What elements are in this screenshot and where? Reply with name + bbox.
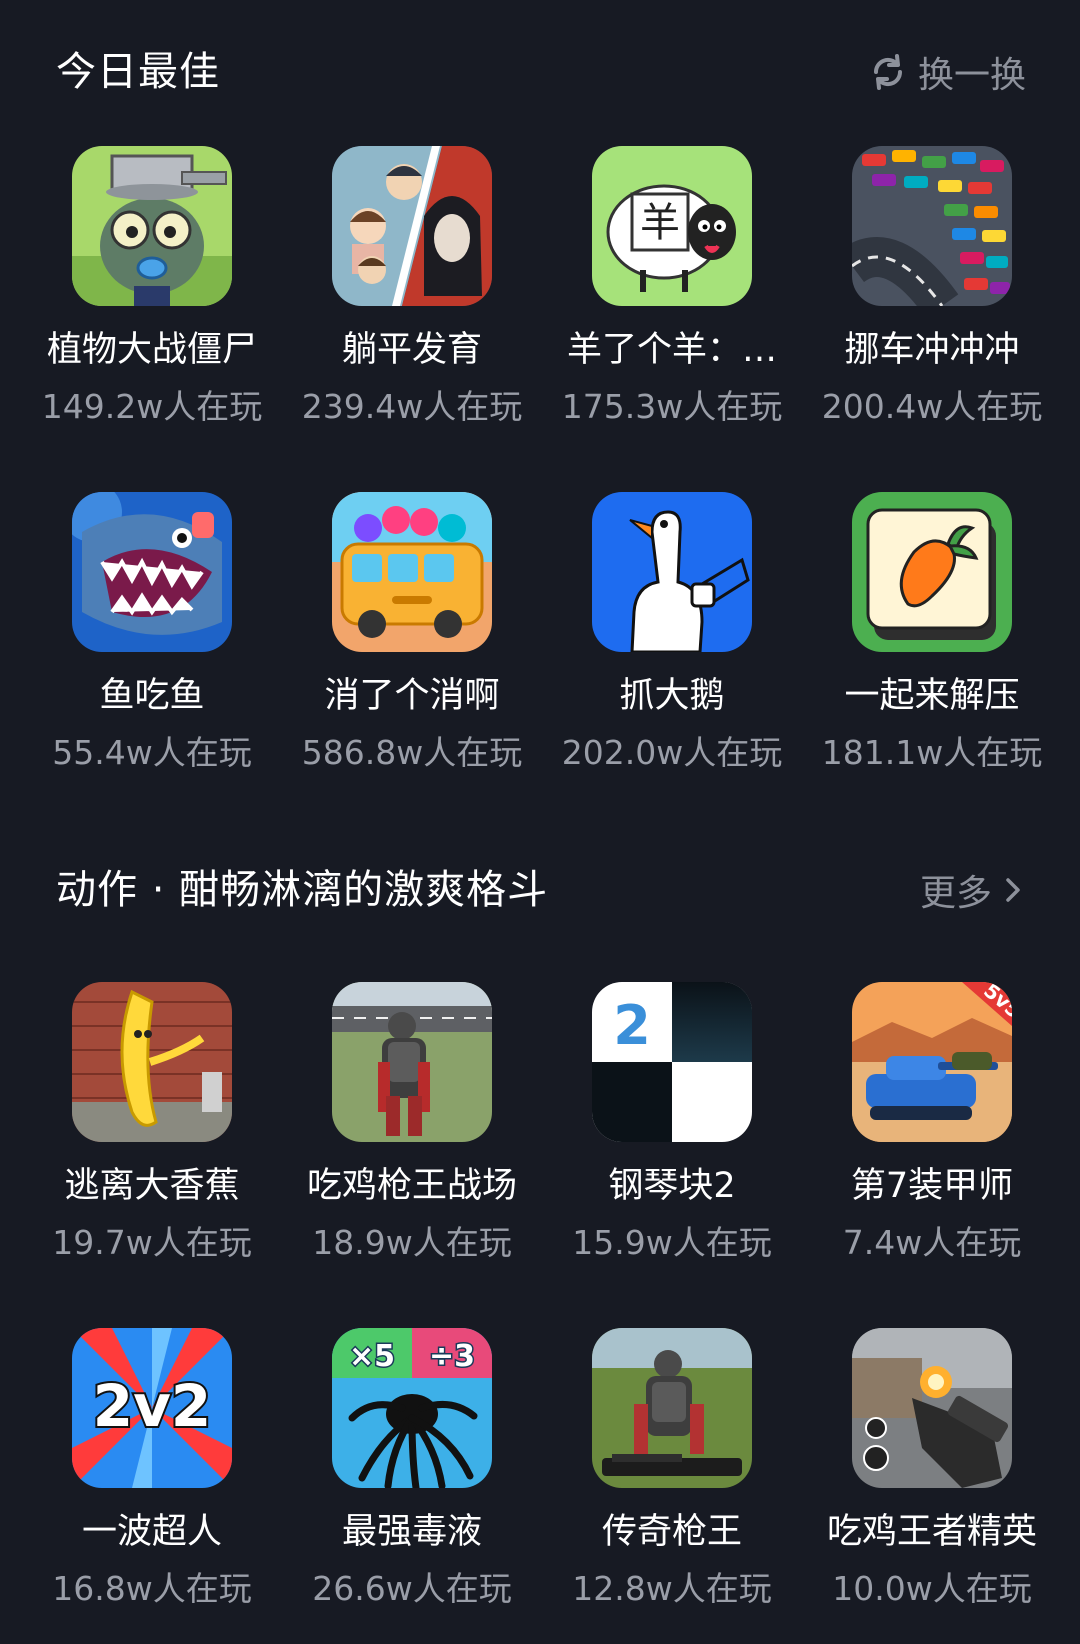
refresh-label: 换一换 [917, 55, 1026, 96]
soldier-game-icon [332, 982, 492, 1142]
game-row: 2v2 一波超人 16.8w人在玩 ×5 ÷3 最强毒液 26.6w人在玩 传奇… [0, 1328, 1080, 1628]
game-row: 逃离大香蕉 19.7w人在玩 吃鸡枪王战场 18.9w人在玩 2 钢琴块2 15… [0, 982, 1080, 1282]
game-card[interactable]: 吃鸡王者精英 10.0w人在玩 [802, 1328, 1062, 1628]
game-players: 181.1w人在玩 [821, 733, 1043, 772]
bus-game-icon [332, 492, 492, 652]
game-name: 钢琴块2 [608, 1166, 736, 1206]
game-name: 一波超人 [81, 1512, 222, 1552]
game-name: 挪车冲冲冲 [844, 330, 1020, 370]
game-name: 逃离大香蕉 [64, 1166, 240, 1206]
game-card[interactable]: 躺平发育 239.4w人在玩 [282, 146, 542, 446]
rifle-shooter-game-icon [852, 1328, 1012, 1488]
game-card[interactable]: 传奇枪王 12.8w人在玩 [542, 1328, 802, 1628]
game-players: 175.3w人在玩 [561, 387, 783, 426]
2v2-game-icon: 2v2 [72, 1328, 232, 1488]
game-name: 第7装甲师 [850, 1166, 1014, 1206]
game-card[interactable]: 2v2 一波超人 16.8w人在玩 [22, 1328, 282, 1628]
action-section: 动作 · 酣畅淋漓的激爽格斗 更多 逃离大香蕉 19.7w人在玩 吃鸡枪王战场 … [0, 860, 1080, 1644]
today-best-header: 今日最佳 换一换 [0, 42, 1080, 102]
lying-flat-game-icon [332, 146, 492, 306]
game-card[interactable]: 逃离大香蕉 19.7w人在玩 [22, 982, 282, 1282]
game-card[interactable]: 消了个消啊 586.8w人在玩 [282, 492, 542, 792]
game-card[interactable]: 2 钢琴块2 15.9w人在玩 [542, 982, 802, 1282]
game-name: 吃鸡枪王战场 [306, 1166, 517, 1206]
game-name: 植物大战僵尸 [46, 330, 257, 370]
game-card[interactable]: 吃鸡枪王战场 18.9w人在玩 [282, 982, 542, 1282]
chevron-right-icon [1006, 878, 1020, 902]
zombie-game-icon [72, 146, 232, 306]
sheep-game-icon: 羊 [592, 146, 752, 306]
section-title: 今日最佳 [56, 49, 220, 95]
game-players: 26.6w人在玩 [312, 1569, 512, 1608]
more-button[interactable]: 更多 [920, 860, 1026, 920]
carrot-tile-game-icon [852, 492, 1012, 652]
venom-badge-right: ÷3 [429, 1339, 475, 1374]
svg-text:羊: 羊 [640, 200, 680, 246]
banana-game-icon [72, 982, 232, 1142]
game-players: 7.4w人在玩 [842, 1223, 1022, 1262]
action-header: 动作 · 酣畅淋漓的激爽格斗 更多 [0, 860, 1080, 920]
game-players: 16.8w人在玩 [52, 1569, 252, 1608]
game-row: 植物大战僵尸 149.2w人在玩 躺平发育 239.4w人在玩 羊 羊了个羊：…… [0, 146, 1080, 446]
game-players: 10.0w人在玩 [832, 1569, 1032, 1608]
game-players: 586.8w人在玩 [301, 733, 523, 772]
venom-game-icon: ×5 ÷3 [332, 1328, 492, 1488]
game-row: 鱼吃鱼 55.4w人在玩 消了个消啊 586.8w人在玩 抓大鹅 202.0w人… [0, 492, 1080, 792]
piano-badge: 2 [613, 994, 651, 1057]
refresh-icon [873, 54, 902, 90]
refresh-button[interactable]: 换一换 [868, 42, 1026, 102]
game-name: 抓大鹅 [619, 676, 725, 716]
game-name: 鱼吃鱼 [99, 676, 205, 716]
section-title: 动作 · 酣畅淋漓的激爽格斗 [56, 867, 549, 913]
game-players: 200.4w人在玩 [821, 387, 1043, 426]
game-players: 15.9w人在玩 [572, 1223, 772, 1262]
shark-game-icon [72, 492, 232, 652]
game-card[interactable]: 抓大鹅 202.0w人在玩 [542, 492, 802, 792]
game-name: 传奇枪王 [601, 1512, 742, 1552]
game-card[interactable]: ×5 ÷3 最强毒液 26.6w人在玩 [282, 1328, 542, 1628]
game-players: 19.7w人在玩 [52, 1223, 252, 1262]
game-card[interactable]: 一起来解压 181.1w人在玩 [802, 492, 1062, 792]
parking-cars-game-icon [852, 146, 1012, 306]
game-players: 55.4w人在玩 [52, 733, 252, 772]
piano-tiles-game-icon: 2 [592, 982, 752, 1142]
game-card[interactable]: 5v5 第7装甲师 7.4w人在玩 [802, 982, 1062, 1282]
game-name: 吃鸡王者精英 [826, 1512, 1037, 1552]
more-label: 更多 [919, 873, 992, 914]
game-card[interactable]: 植物大战僵尸 149.2w人在玩 [22, 146, 282, 446]
game-card[interactable]: 羊 羊了个羊：… 175.3w人在玩 [542, 146, 802, 446]
legend-gunner-game-icon [592, 1328, 752, 1488]
game-name: 躺平发育 [341, 330, 482, 370]
game-players: 202.0w人在玩 [561, 733, 783, 772]
game-players: 239.4w人在玩 [301, 387, 523, 426]
today-best-section: 今日最佳 换一换 植物大战僵尸 149.2w人在玩 躺平发育 239.4w人在玩… [0, 0, 1080, 790]
game-card[interactable]: 挪车冲冲冲 200.4w人在玩 [802, 146, 1062, 446]
game-card[interactable]: 鱼吃鱼 55.4w人在玩 [22, 492, 282, 792]
game-players: 18.9w人在玩 [312, 1223, 512, 1262]
game-name: 羊了个羊：… [566, 330, 777, 370]
2v2-badge: 2v2 [93, 1372, 212, 1440]
game-name: 一起来解压 [844, 676, 1020, 716]
game-name: 最强毒液 [341, 1512, 482, 1552]
game-name: 消了个消啊 [324, 676, 500, 716]
tank-game-icon: 5v5 [852, 982, 1012, 1142]
game-players: 12.8w人在玩 [572, 1569, 772, 1608]
goose-game-icon [592, 492, 752, 652]
game-players: 149.2w人在玩 [41, 387, 263, 426]
venom-badge-left: ×5 [349, 1339, 395, 1374]
